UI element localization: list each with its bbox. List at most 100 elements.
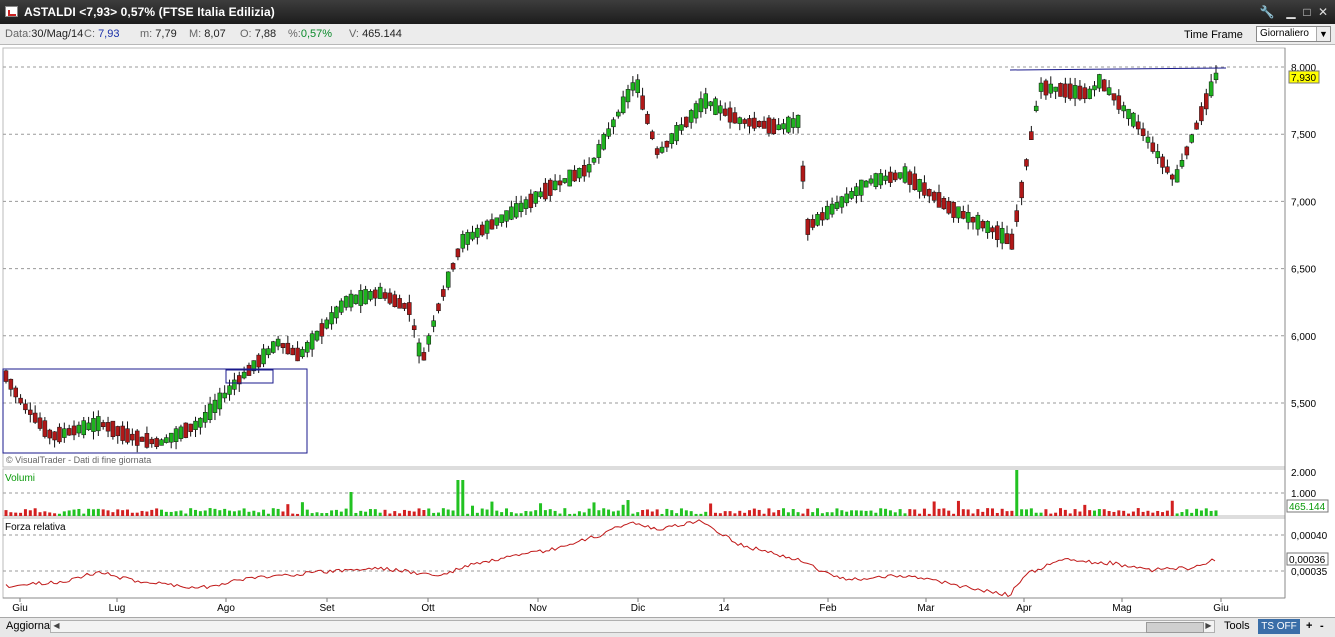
candle-up xyxy=(1174,169,1180,183)
candle-up xyxy=(241,371,247,379)
candle-down xyxy=(1014,210,1020,222)
volume-bar xyxy=(947,510,951,516)
volume-bar xyxy=(1195,508,1199,516)
candle-up xyxy=(324,319,329,329)
zoom-in-button[interactable]: + xyxy=(1302,619,1316,634)
candle-down xyxy=(183,422,189,438)
volume-bar xyxy=(1190,512,1194,516)
title-bar: ASTALDI <7,93> 0,57% (FTSE Italia Ediliz… xyxy=(0,0,1335,24)
volume-bar xyxy=(534,510,538,516)
price-chart[interactable]: 8,0007,5007,0006,5006,0005,500Giu Lug Ago S… xyxy=(0,45,1335,617)
volume-bar xyxy=(986,508,990,516)
volume-bar xyxy=(645,509,649,516)
volume-bar xyxy=(767,508,771,516)
candle-up xyxy=(159,439,164,446)
candle-up xyxy=(271,341,276,353)
volume-bar xyxy=(660,513,664,516)
candle-up xyxy=(1155,151,1160,159)
volume-bar xyxy=(548,509,552,516)
volume-bar xyxy=(582,512,586,516)
volume-bar xyxy=(485,509,489,516)
volume-bar xyxy=(816,508,820,516)
candle-up xyxy=(625,89,631,103)
candle-up xyxy=(465,232,470,245)
candle-down xyxy=(295,347,300,362)
volume-bar xyxy=(1161,512,1165,516)
volume-bar xyxy=(558,513,562,516)
volume-bar xyxy=(514,513,518,516)
close-icon[interactable]: ✕ xyxy=(1315,4,1331,20)
candle-up xyxy=(445,271,451,288)
candle-up xyxy=(232,379,237,390)
candle-up xyxy=(708,101,713,107)
refresh-button[interactable]: Aggiorna xyxy=(2,619,54,634)
volume-bar xyxy=(179,510,183,516)
volume-bar xyxy=(223,508,227,516)
candle-up xyxy=(577,168,582,179)
volume-bar xyxy=(475,512,479,516)
volume-bar xyxy=(1005,511,1009,516)
volume-bar xyxy=(160,509,164,516)
candle-down xyxy=(1043,80,1049,96)
x-tick-label: Apr xyxy=(1016,603,1032,614)
volume-bar xyxy=(1122,510,1126,516)
volume-bar xyxy=(679,508,683,516)
tools-button[interactable]: Tools xyxy=(1220,619,1254,634)
candle-up xyxy=(96,416,101,432)
volume-bar xyxy=(1044,509,1048,516)
volume-bar xyxy=(529,511,533,516)
candle-up xyxy=(596,144,602,158)
zoom-out-button[interactable]: - xyxy=(1316,619,1328,634)
volume-bar xyxy=(1141,511,1145,516)
volume-bar xyxy=(291,513,295,516)
candle-down xyxy=(139,436,145,442)
candle-down xyxy=(893,172,898,181)
candle-up xyxy=(91,418,96,432)
candle-up xyxy=(538,191,543,198)
candle-up xyxy=(523,199,529,209)
volume-tick-label: 1.000 xyxy=(1291,489,1316,500)
candle-down xyxy=(387,292,393,304)
candle-up xyxy=(173,428,179,442)
candle-up xyxy=(207,403,213,420)
candle-up xyxy=(790,118,796,128)
timeframe-select[interactable]: Giornaliero ▼ xyxy=(1256,26,1331,42)
volume-bar xyxy=(509,512,513,516)
volume-bar xyxy=(913,509,917,516)
volume-bar xyxy=(1000,508,1004,516)
candle-down xyxy=(57,426,62,443)
wrench-icon[interactable]: 🔧 xyxy=(1259,4,1275,20)
scroll-left-icon[interactable]: ◀ xyxy=(51,620,62,631)
maximize-icon[interactable]: □ xyxy=(1299,4,1315,20)
volume-bar xyxy=(1010,510,1014,516)
volume-bar xyxy=(296,513,300,516)
volume-bar xyxy=(1063,509,1067,516)
scroll-right-icon[interactable]: ▶ xyxy=(1203,620,1214,631)
candle-up xyxy=(513,203,519,218)
horizontal-scrollbar[interactable]: ◀ ▶ xyxy=(50,620,1215,633)
scroll-thumb[interactable] xyxy=(1146,622,1204,633)
candle-up xyxy=(168,432,174,443)
candle-down xyxy=(650,131,655,140)
candle-down xyxy=(1082,87,1088,99)
minimize-icon[interactable]: ▁ xyxy=(1283,4,1299,20)
candle-up xyxy=(305,342,310,353)
candle-up xyxy=(674,125,679,142)
volume-bar xyxy=(354,512,358,516)
candle-up xyxy=(586,164,592,173)
candle-down xyxy=(1058,83,1063,97)
candle-up xyxy=(606,128,611,137)
volume-bar xyxy=(568,513,572,516)
candle-up xyxy=(849,191,854,199)
volume-bar xyxy=(1146,510,1150,516)
candle-down xyxy=(373,289,378,299)
volume-bar xyxy=(359,510,363,516)
candle-up xyxy=(630,82,636,91)
window-title: ASTALDI <7,93> 0,57% (FTSE Italia Ediliz… xyxy=(24,5,275,19)
volume-bar xyxy=(850,510,854,516)
candle-up xyxy=(562,178,568,183)
volume-bar xyxy=(1034,512,1038,516)
candle-up xyxy=(659,146,665,153)
ts-off-button[interactable]: TS OFF xyxy=(1258,619,1300,634)
candle-up xyxy=(1208,81,1214,97)
